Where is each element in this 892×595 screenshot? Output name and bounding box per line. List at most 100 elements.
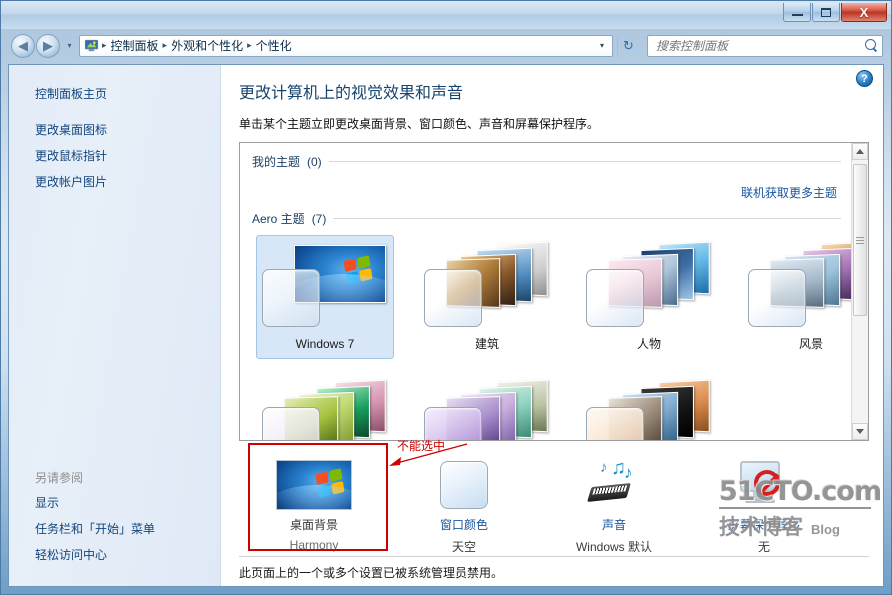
- close-button[interactable]: X: [841, 3, 887, 22]
- group-count: (0): [307, 154, 322, 169]
- group-count: (7): [311, 211, 327, 226]
- group-rule: [328, 161, 841, 162]
- refresh-icon[interactable]: ↻: [617, 34, 639, 57]
- setting-sound[interactable]: ♪ ♫ ♪ 声音 Windows 默认: [539, 453, 689, 555]
- annotation-text: 不能选中: [397, 438, 446, 453]
- search-box[interactable]: [647, 34, 883, 57]
- aero-glass-preview: [424, 407, 482, 440]
- more-themes-row: 联机获取更多主题: [252, 170, 841, 208]
- breadcrumb-appearance[interactable]: 外观和个性化: [168, 36, 246, 55]
- theme-item-landscapes[interactable]: 风景: [742, 235, 851, 359]
- client-area: 控制面板主页 更改桌面图标 更改鼠标指针 更改帐户图片 另请参阅 显示 任务栏和…: [8, 64, 884, 587]
- maximize-icon: [821, 7, 831, 17]
- screensaver-disabled-icon: [738, 460, 790, 509]
- page-subtitle: 单击某个主题立即更改桌面背景、窗口颜色、声音和屏幕保护程序。: [239, 117, 600, 131]
- setting-desktop-background[interactable]: 桌面背景 Harmony: [239, 453, 389, 552]
- see-also-section: 另请参阅 显示 任务栏和「开始」菜单 轻松访问中心: [9, 465, 220, 586]
- sidebar-item-display[interactable]: 显示: [9, 490, 220, 516]
- theme-thumbnail: [260, 379, 390, 440]
- sidebar-item-taskbar-start-menu[interactable]: 任务栏和「开始」菜单: [9, 516, 220, 542]
- group-rule: [333, 218, 841, 219]
- sidebar-item-ease-of-access-center[interactable]: 轻松访问中心: [9, 542, 220, 568]
- theme-item-characters[interactable]: 人物: [580, 235, 718, 359]
- theme-label: 风景: [798, 337, 823, 351]
- theme-thumbnail: [260, 241, 390, 333]
- settings-strip: 桌面背景 Harmony 窗口颜色 天空 ♪ ♫ ♪ 声音 Windows 默认…: [239, 439, 882, 557]
- theme-label: 人物: [636, 337, 661, 351]
- setting-label: 声音: [601, 517, 626, 532]
- setting-value: 天空: [451, 539, 476, 554]
- breadcrumb-control-panel[interactable]: 控制面板: [108, 36, 162, 55]
- aero-glass-preview: [424, 269, 482, 327]
- group-label: Aero 主题: [252, 212, 305, 226]
- see-also-heading: 另请参阅: [35, 471, 84, 485]
- recent-pages-chevron-down-icon[interactable]: ▾: [64, 41, 75, 50]
- theme-thumbnail: [422, 241, 552, 333]
- scroll-up-button[interactable]: [852, 143, 868, 160]
- aero-glass-preview: [586, 407, 644, 440]
- title-bar: X: [1, 1, 891, 29]
- scrollbar-track[interactable]: [852, 160, 868, 423]
- setting-value: Harmony: [289, 537, 339, 552]
- window-frame: X ◀ ▶ ▾ ▸ 控制面板 ▸ 外观和个性化 ▸ 个性化 ▾ ↻ 搜索控制面板…: [0, 0, 892, 595]
- vertical-scrollbar[interactable]: [851, 143, 868, 440]
- theme-item-windows-7[interactable]: Windows 7: [256, 235, 394, 359]
- aero-glass-preview: [262, 269, 320, 327]
- icon-area: [738, 457, 790, 513]
- help-icon[interactable]: ?: [856, 70, 873, 87]
- sidebar-item-change-mouse-pointers[interactable]: 更改鼠标指针: [9, 143, 220, 169]
- icon-area: [276, 457, 352, 513]
- aero-glass-preview: [586, 269, 644, 327]
- setting-value: Windows 默认: [575, 539, 652, 554]
- theme-item-nature[interactable]: 自然: [256, 373, 394, 440]
- theme-label: 建筑: [474, 337, 499, 351]
- sidebar: 控制面板主页 更改桌面图标 更改鼠标指针 更改帐户图片 另请参阅 显示 任务栏和…: [9, 65, 221, 586]
- theme-thumbnail: [584, 241, 714, 333]
- get-more-themes-online-link[interactable]: 联机获取更多主题: [741, 186, 837, 200]
- theme-thumbnail: [584, 379, 714, 440]
- chevron-down-icon: [856, 428, 864, 434]
- breadcrumb-personalization[interactable]: 个性化: [253, 36, 295, 55]
- theme-item-architecture[interactable]: 建筑: [418, 235, 556, 359]
- minimize-icon: [791, 14, 803, 16]
- group-label: 我的主题: [252, 155, 301, 169]
- back-arrow-icon[interactable]: ◀: [11, 33, 35, 58]
- address-bar[interactable]: ▸ 控制面板 ▸ 外观和个性化 ▸ 个性化 ▾: [79, 34, 613, 57]
- setting-label: 窗口颜色: [439, 517, 488, 532]
- theme-item-scenes[interactable]: 场景: [418, 373, 556, 440]
- page-title: 更改计算机上的视觉效果和声音: [239, 85, 464, 102]
- icon-area: ♪ ♫ ♪: [586, 457, 642, 513]
- maximize-button[interactable]: [812, 3, 840, 22]
- window-controls: X: [783, 3, 887, 22]
- theme-thumbnail: [422, 379, 552, 440]
- control-panel-icon: [84, 38, 99, 53]
- setting-label: 桌面背景: [289, 517, 338, 532]
- navigation-bar: ◀ ▶ ▾ ▸ 控制面板 ▸ 外观和个性化 ▸ 个性化 ▾ ↻: [1, 29, 891, 62]
- sidebar-item-change-account-picture[interactable]: 更改帐户图片: [9, 169, 220, 195]
- scrollbar-thumb[interactable]: [853, 164, 867, 316]
- group-header-aero-themes: Aero 主题 (7): [252, 210, 841, 227]
- search-input[interactable]: [656, 38, 865, 53]
- aero-glass-preview: [262, 407, 320, 440]
- status-bar: 此页面上的一个或多个设置已被系统管理员禁用。: [239, 556, 869, 586]
- desktop-background-icon: [276, 459, 352, 510]
- theme-item-china[interactable]: 中国: [580, 373, 718, 440]
- theme-label: Windows 7: [295, 337, 355, 351]
- setting-label: 屏幕保护程序: [727, 517, 800, 532]
- group-header-my-themes: 我的主题 (0): [252, 153, 841, 170]
- theme-row: Windows 7 建筑 人物 风景: [252, 227, 851, 359]
- theme-list-scroll-content: 我的主题 (0) 联机获取更多主题 Aero 主题 (7) Windows 7 …: [240, 143, 851, 440]
- search-icon: [865, 39, 878, 52]
- forward-arrow-icon[interactable]: ▶: [36, 33, 60, 58]
- setting-value: 无: [757, 539, 770, 554]
- chevron-up-icon: [856, 149, 864, 154]
- sound-icon: ♪ ♫ ♪: [586, 457, 642, 509]
- sidebar-item-change-desktop-icons[interactable]: 更改桌面图标: [9, 117, 220, 143]
- theme-thumbnail: [746, 241, 851, 333]
- address-chevron-down-icon[interactable]: ▾: [594, 41, 610, 50]
- setting-screensaver[interactable]: 屏幕保护程序 无: [689, 453, 839, 555]
- scroll-down-button[interactable]: [852, 422, 868, 440]
- main-content: ? 更改计算机上的视觉效果和声音 单击某个主题立即更改桌面背景、窗口颜色、声音和…: [221, 65, 883, 586]
- minimize-button[interactable]: [783, 3, 811, 22]
- sidebar-item-control-panel-home[interactable]: 控制面板主页: [9, 81, 220, 107]
